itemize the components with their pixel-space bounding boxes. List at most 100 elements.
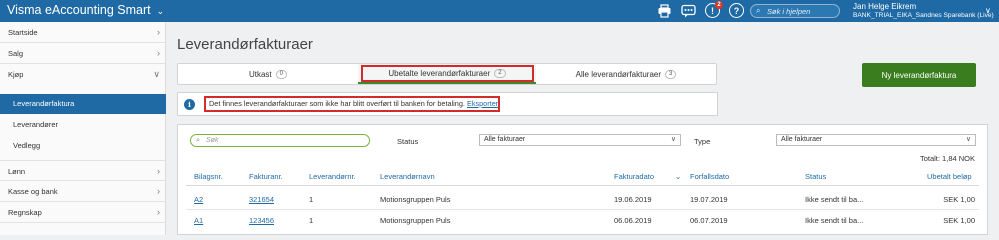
search-icon: ⌕ — [756, 6, 761, 15]
type-filter-value: Alle fakturaer — [781, 136, 823, 143]
chevron-down-icon: ∨ — [153, 69, 160, 79]
printer-icon[interactable] — [656, 3, 672, 19]
sidebar-item-label: Regnskap — [8, 208, 42, 217]
leverandornavn-cell: Motionsgruppen Puls — [380, 216, 451, 225]
leverandornr-cell: 1 — [309, 216, 314, 225]
export-link[interactable]: Eksporter — [467, 99, 498, 108]
column-header-leverandornavn[interactable]: Leverandørnavn — [380, 172, 435, 181]
fakturanr-link[interactable]: 123456 — [249, 216, 274, 225]
amount-cell: SEK 1,00 — [943, 195, 975, 204]
fakturanr-link[interactable]: 321654 — [249, 195, 274, 204]
sidebar-item-startside[interactable]: Startside › — [0, 22, 166, 43]
fakturadato-cell: 19.06.2019 — [614, 195, 652, 204]
chevron-right-icon: › — [157, 27, 160, 37]
type-filter-label: Type — [694, 137, 711, 146]
column-header-forfallsdato[interactable]: Forfallsdato — [690, 172, 729, 181]
sidebar-subitem-label: Leverandører — [13, 120, 59, 129]
sidebar-subitem-label: Vedlegg — [13, 141, 41, 150]
sidebar-subitem-label: Leverandørfaktura — [13, 99, 75, 108]
notification-icon[interactable]: ! 2 — [705, 1, 723, 18]
forfallsdato-cell: 19.07.2019 — [690, 195, 728, 204]
sidebar-item-salg[interactable]: Salg › — [0, 43, 166, 64]
info-icon: i — [184, 99, 195, 110]
column-header-fakturanr[interactable]: Fakturanr. — [249, 172, 283, 181]
info-message: Det finnes leverandørfakturaer som ikke … — [204, 96, 500, 112]
fakturadato-cell: 06.06.2019 — [614, 216, 652, 225]
info-message-text: Det finnes leverandørfakturaer som ikke … — [209, 99, 465, 108]
bilagsnr-link[interactable]: A1 — [194, 216, 203, 225]
column-header-bilagsnr[interactable]: Bilagsnr. — [194, 172, 223, 181]
column-header-ubetalt-belop[interactable]: Ubetalt beløp — [927, 172, 972, 181]
type-filter-select[interactable]: Alle fakturaer ∨ — [776, 134, 976, 146]
app-title: Visma eAccounting Smart — [7, 3, 151, 17]
search-icon: ⌕ — [196, 135, 201, 144]
tab-count: 0 — [275, 69, 287, 79]
sidebar-item-label: Lønn — [8, 167, 26, 176]
chat-icon[interactable] — [680, 3, 696, 19]
tab-ubetalte[interactable]: Ubetalte leverandørfakturaer 2 — [358, 64, 536, 84]
help-search: ⌕ — [750, 4, 840, 18]
status-filter-select[interactable]: Alle fakturaer ∨ — [479, 134, 681, 146]
user-chevron-icon[interactable]: ∨ — [985, 6, 991, 15]
tab-bar: Utkast 0 Ubetalte leverandørfakturaer 2 Al… — [177, 63, 717, 85]
total-amount: Totalt: 1,84 NOK — [919, 154, 975, 163]
help-icon[interactable]: ? — [729, 3, 744, 18]
sidebar-subitem-leverandorer[interactable]: Leverandører — [0, 115, 166, 135]
forfallsdato-cell: 06.07.2019 — [690, 216, 728, 225]
page-title: Leverandørfakturaer — [177, 36, 313, 53]
amount-cell: SEK 1,00 — [943, 216, 975, 225]
leverandornr-cell: 1 — [309, 195, 314, 204]
chevron-right-icon: › — [157, 48, 160, 58]
list-search: ⌕ — [190, 134, 370, 147]
notification-badge: 2 — [715, 1, 723, 9]
sidebar-item-label: Salg — [8, 49, 24, 58]
tab-alle[interactable]: Alle leverandørfakturaer 3 — [536, 64, 716, 84]
tab-utkast[interactable]: Utkast 0 — [178, 64, 358, 84]
row-divider — [186, 209, 979, 210]
app-switcher[interactable]: Visma eAccounting Smart ⌄ — [7, 3, 164, 17]
column-header-status[interactable]: Status — [805, 172, 826, 181]
status-filter-value: Alle fakturaer — [484, 136, 526, 143]
sidebar-subitem-leverandorfaktura[interactable]: Leverandørfaktura — [0, 94, 166, 114]
status-cell: Ikke sendt til ba... — [805, 216, 864, 225]
new-supplier-invoice-button[interactable]: Ny leverandørfaktura — [862, 63, 976, 87]
column-header-leverandornr[interactable]: Leverandørnr. — [309, 172, 356, 181]
status-cell: Ikke sendt til ba... — [805, 195, 864, 204]
top-bar: Visma eAccounting Smart ⌄ ! 2 ? ⌕ Jan Hel… — [0, 0, 999, 22]
user-organization: BANK_TRIAL_EIKA_Sandnes Sparebank (Live) — [853, 12, 994, 19]
chevron-down-icon: ∨ — [965, 136, 971, 143]
list-search-input[interactable] — [206, 136, 356, 145]
chevron-right-icon: › — [157, 186, 160, 196]
tab-label: Utkast — [248, 69, 272, 79]
tab-count: 2 — [494, 68, 506, 78]
leverandornavn-cell: Motionsgruppen Puls — [380, 195, 451, 204]
sidebar-item-kjop[interactable]: Kjøp ∨ — [0, 64, 166, 85]
chevron-right-icon: › — [157, 166, 160, 176]
info-banner: i Det finnes leverandørfakturaer som ikk… — [177, 92, 718, 116]
header-divider — [186, 185, 979, 186]
bilagsnr-link[interactable]: A2 — [194, 195, 203, 204]
chevron-right-icon: › — [157, 207, 160, 217]
help-search-input[interactable] — [767, 6, 837, 17]
sidebar-subitem-vedlegg[interactable]: Vedlegg — [0, 136, 166, 156]
tab-label: Ubetalte leverandørfakturaer — [388, 68, 491, 78]
sidebar-item-lonn[interactable]: Lønn › — [0, 160, 166, 181]
sort-desc-icon[interactable]: ⌄ — [675, 172, 681, 181]
invoice-list-panel: ⌕ Status Alle fakturaer ∨ Type Alle fakt… — [177, 124, 988, 235]
tab-count: 3 — [665, 69, 677, 79]
chevron-down-icon: ∨ — [670, 136, 676, 143]
sidebar-item-label: Kjøp — [8, 70, 24, 79]
notification-glyph: ! — [711, 5, 714, 16]
sidebar-item-label: Kasse og bank — [8, 187, 58, 196]
sidebar: Startside › Salg › Kjøp ∨ Leverandørfakt… — [0, 22, 166, 235]
user-menu[interactable]: Jan Helge Eikrem BANK_TRIAL_EIKA_Sandnes… — [853, 2, 994, 20]
column-header-fakturadato[interactable]: Fakturadato — [614, 172, 654, 181]
sidebar-item-label: Startside — [8, 28, 38, 37]
status-filter-label: Status — [397, 137, 419, 146]
sidebar-item-kasse-og-bank[interactable]: Kasse og bank › — [0, 181, 166, 202]
sidebar-item-regnskap[interactable]: Regnskap › — [0, 202, 166, 223]
chevron-down-icon: ⌄ — [156, 6, 165, 16]
help-glyph: ? — [733, 5, 740, 16]
user-name: Jan Helge Eikrem — [853, 2, 917, 11]
tab-label: Alle leverandørfakturaer — [575, 69, 662, 79]
